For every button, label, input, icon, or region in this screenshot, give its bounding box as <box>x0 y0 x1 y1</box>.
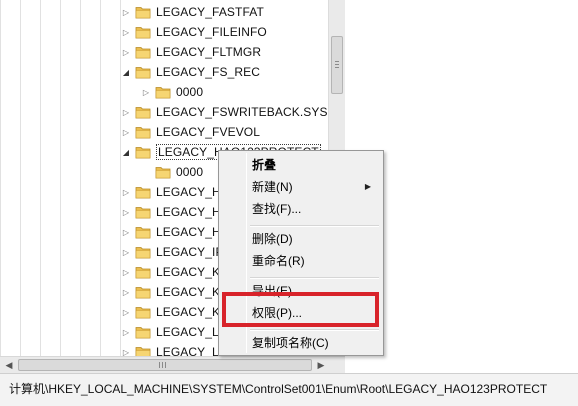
expanded-arrow-icon[interactable]: ◢ <box>121 67 131 77</box>
folder-icon <box>135 185 151 199</box>
folder-icon <box>135 245 151 259</box>
collapsed-arrow-icon[interactable]: ▷ <box>121 287 131 297</box>
collapsed-arrow-icon[interactable]: ▷ <box>121 347 131 357</box>
tree-node-label: LEGACY_FVEVOL <box>156 125 261 139</box>
tree-node[interactable]: ▷ LEGACY_FLTMGR <box>121 42 261 62</box>
menu-item-new[interactable]: 新建(N) ▶ <box>221 176 381 198</box>
no-toggle-spacer <box>141 167 151 177</box>
tree-node[interactable]: ▷ LEGACY_HC <box>121 182 230 202</box>
status-bar: 计算机\HKEY_LOCAL_MACHINE\SYSTEM\ControlSet… <box>0 373 578 406</box>
scroll-right-arrow-icon[interactable]: ▶ <box>314 358 328 372</box>
menu-separator <box>250 329 379 331</box>
menu-item-delete[interactable]: 删除(D) <box>221 228 381 250</box>
vertical-scroll-thumb[interactable] <box>331 36 343 94</box>
menu-separator <box>250 225 379 227</box>
tree-node[interactable]: ▷ 0000 <box>141 82 203 102</box>
folder-icon <box>135 45 151 59</box>
tree-node[interactable]: ▷ LEGACY_KS <box>121 302 228 322</box>
tree-node-label: LEGACY_IP <box>156 245 224 259</box>
tree-node[interactable]: ▷ LEGACY_LU <box>121 342 228 356</box>
scroll-left-arrow-icon[interactable]: ◀ <box>2 358 16 372</box>
tree-node[interactable]: ◢ LEGACY_FS_REC <box>121 62 260 82</box>
tree-node[interactable]: 0000 <box>141 162 203 182</box>
collapsed-arrow-icon[interactable]: ▷ <box>141 87 151 97</box>
tree-node-label: LEGACY_FASTFAT <box>156 5 264 19</box>
menu-item-new-label: 新建(N) <box>252 180 293 194</box>
tree-node[interactable]: ▷ LEGACY_HV <box>121 222 229 242</box>
menu-item-rename[interactable]: 重命名(R) <box>221 250 381 272</box>
tree-node-label: 0000 <box>176 165 204 179</box>
folder-icon <box>135 65 151 79</box>
tree-node[interactable]: ▷ LEGACY_FASTFAT <box>121 2 264 22</box>
collapsed-arrow-icon[interactable]: ▷ <box>121 327 131 337</box>
folder-icon <box>135 325 151 339</box>
collapsed-arrow-icon[interactable]: ▷ <box>121 227 131 237</box>
submenu-arrow-icon: ▶ <box>364 182 371 191</box>
collapsed-arrow-icon[interactable]: ▷ <box>121 247 131 257</box>
folder-icon <box>135 145 151 159</box>
folder-icon <box>135 265 151 279</box>
tree-node[interactable]: ▷ LEGACY_KE <box>121 262 228 282</box>
menu-item-collapse[interactable]: 折叠 <box>221 154 381 176</box>
tree-node-label: 0000 <box>176 85 204 99</box>
collapsed-arrow-icon[interactable]: ▷ <box>121 27 131 37</box>
horizontal-scroll-thumb[interactable] <box>18 359 312 371</box>
collapsed-arrow-icon[interactable]: ▷ <box>121 267 131 277</box>
folder-icon <box>135 345 151 356</box>
tree-node-label: LEGACY_LU <box>156 345 228 356</box>
tree-node[interactable]: ▷ LEGACY_HT <box>121 202 228 222</box>
folder-icon <box>135 105 151 119</box>
tree-node[interactable]: ▷ LEGACY_LL <box>121 322 226 342</box>
folder-icon <box>135 205 151 219</box>
menu-separator <box>250 277 379 279</box>
tree-node-label: LEGACY_FS_REC <box>156 65 261 79</box>
folder-icon <box>135 25 151 39</box>
collapsed-arrow-icon[interactable]: ▷ <box>121 207 131 217</box>
collapsed-arrow-icon[interactable]: ▷ <box>121 7 131 17</box>
tree-node[interactable]: ▷ LEGACY_KS <box>121 282 228 302</box>
tree-node-label: LEGACY_FILEINFO <box>156 25 267 39</box>
tree-node-label: LEGACY_FLTMGR <box>156 45 262 59</box>
collapsed-arrow-icon[interactable]: ▷ <box>121 47 131 57</box>
menu-item-find[interactable]: 查找(F)... <box>221 198 381 220</box>
tree-horizontal-scrollbar[interactable]: ◀ ▶ <box>0 356 345 373</box>
folder-icon <box>155 85 171 99</box>
expanded-arrow-icon[interactable]: ◢ <box>121 147 131 157</box>
tree-node[interactable]: ▷ LEGACY_IP <box>121 242 224 262</box>
horizontal-grip-icon <box>159 362 167 368</box>
collapsed-arrow-icon[interactable]: ▷ <box>121 187 131 197</box>
menu-item-copy-key-name[interactable]: 复制项名称(C) <box>221 332 381 354</box>
tree-node[interactable]: ▷ LEGACY_FVEVOL <box>121 122 260 142</box>
status-path: 计算机\HKEY_LOCAL_MACHINE\SYSTEM\ControlSet… <box>9 382 548 396</box>
tree-node[interactable]: ▷ LEGACY_FILEINFO <box>121 22 267 42</box>
collapsed-arrow-icon[interactable]: ▷ <box>121 307 131 317</box>
folder-icon <box>135 305 151 319</box>
tree-node-label: LEGACY_LL <box>156 325 226 339</box>
tree-node[interactable]: ▷ LEGACY_FSWRITEBACK.SYS <box>121 102 328 122</box>
folder-icon <box>135 225 151 239</box>
tree-guide-lines <box>0 0 122 356</box>
permissions-highlight-box <box>222 292 379 327</box>
folder-icon <box>135 5 151 19</box>
vertical-grip-icon <box>335 61 339 69</box>
folder-icon <box>155 165 171 179</box>
folder-icon <box>135 285 151 299</box>
folder-icon <box>135 125 151 139</box>
tree-node-label: LEGACY_FSWRITEBACK.SYS <box>156 105 328 119</box>
collapsed-arrow-icon[interactable]: ▷ <box>121 127 131 137</box>
collapsed-arrow-icon[interactable]: ▷ <box>121 107 131 117</box>
